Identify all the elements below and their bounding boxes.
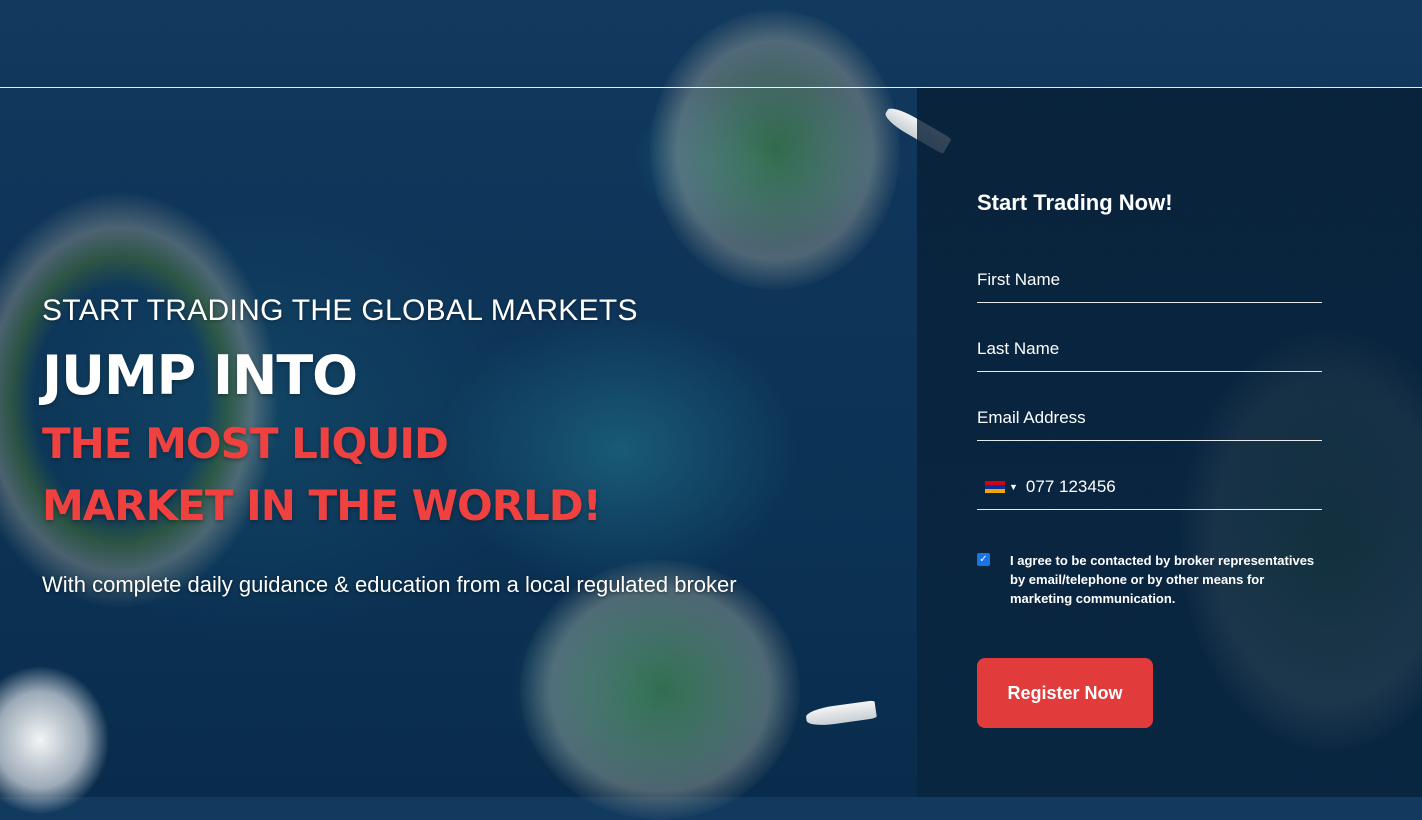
chevron-down-icon[interactable]: ▼ [1009,482,1018,492]
email-input[interactable] [977,396,1322,440]
registration-panel: Start Trading Now! ▼ ✓ I agree to [917,88,1422,797]
phone-field: ▼ [977,465,1322,510]
register-button[interactable]: Register Now [977,658,1153,728]
form-title: Start Trading Now! [977,190,1173,215]
yen-island-image [520,560,800,820]
hero-section: START TRADING THE GLOBAL MARKETS JUMP IN… [42,293,902,599]
hero-highlight: THE MOST LIQUID MARKET IN THE WORLD! [42,413,902,537]
armenia-flag-icon[interactable] [985,481,1005,493]
phone-input[interactable] [1025,477,1322,497]
first-name-field [977,258,1322,303]
checkmark-icon: ✓ [979,554,988,565]
cloud-image [0,665,110,815]
last-name-input[interactable] [977,327,1322,371]
hero-description: With complete daily guidance & education… [42,572,737,597]
phone-input-wrapper [1025,477,1322,497]
first-name-input[interactable] [977,258,1322,302]
hero-title: JUMP INTO [42,344,358,407]
hero-highlight-line-1: THE MOST LIQUID [42,419,449,468]
last-name-field [977,327,1322,372]
hero-highlight-line-2: MARKET IN THE WORLD! [42,481,602,530]
email-field [977,396,1322,441]
boat-image [805,700,877,728]
consent-text: I agree to be contacted by broker repres… [1010,553,1315,606]
consent-row: ✓ I agree to be contacted by broker repr… [977,551,1322,608]
consent-checkbox[interactable]: ✓ [977,553,990,566]
pound-island-image [650,10,900,290]
hero-subtitle: START TRADING THE GLOBAL MARKETS [42,294,638,327]
